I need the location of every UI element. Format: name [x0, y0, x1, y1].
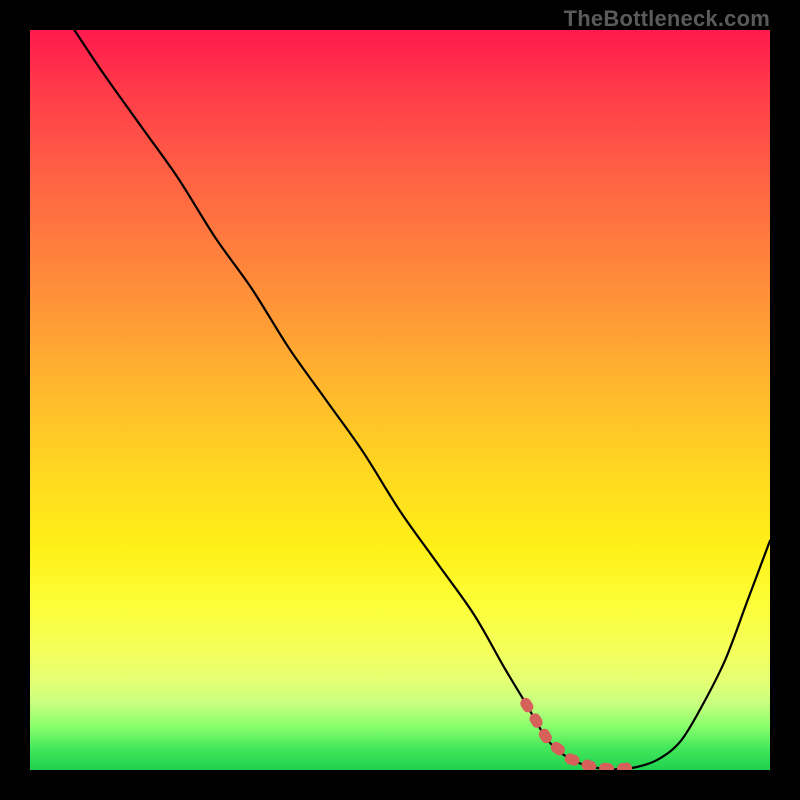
- bottleneck-curve: [74, 30, 770, 769]
- optimal-marker-band: [526, 703, 637, 769]
- bottleneck-curve-svg: [30, 30, 770, 770]
- plot-area: [30, 30, 770, 770]
- chart-frame: TheBottleneck.com: [0, 0, 800, 800]
- watermark-label: TheBottleneck.com: [564, 6, 770, 32]
